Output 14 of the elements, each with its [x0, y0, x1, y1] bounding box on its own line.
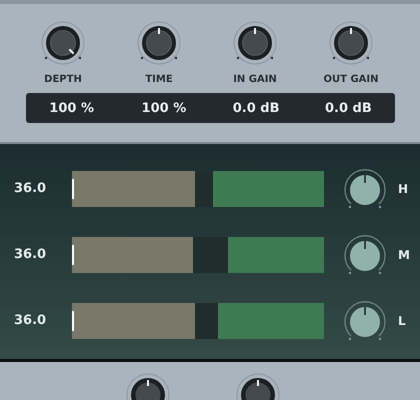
band-label: L — [398, 314, 406, 328]
value-readout: 100 % — [140, 100, 188, 116]
knob-label: OUT GAIN — [324, 74, 378, 85]
band-reading: 36.0 — [13, 247, 48, 262]
value-readout: 0.0 dB — [232, 100, 281, 116]
value-readout: 0.0 dB — [324, 100, 373, 116]
value-readout: 100 % — [48, 100, 95, 116]
knob-label: IN GAIN — [233, 74, 277, 85]
knob-label: DEPTH — [44, 74, 82, 85]
knob-label: TIME — [145, 74, 173, 85]
band-label: H — [398, 182, 408, 196]
band-label: M — [398, 248, 410, 262]
band-reading: 36.0 — [13, 181, 48, 196]
band-reading: 36.0 — [13, 313, 48, 328]
